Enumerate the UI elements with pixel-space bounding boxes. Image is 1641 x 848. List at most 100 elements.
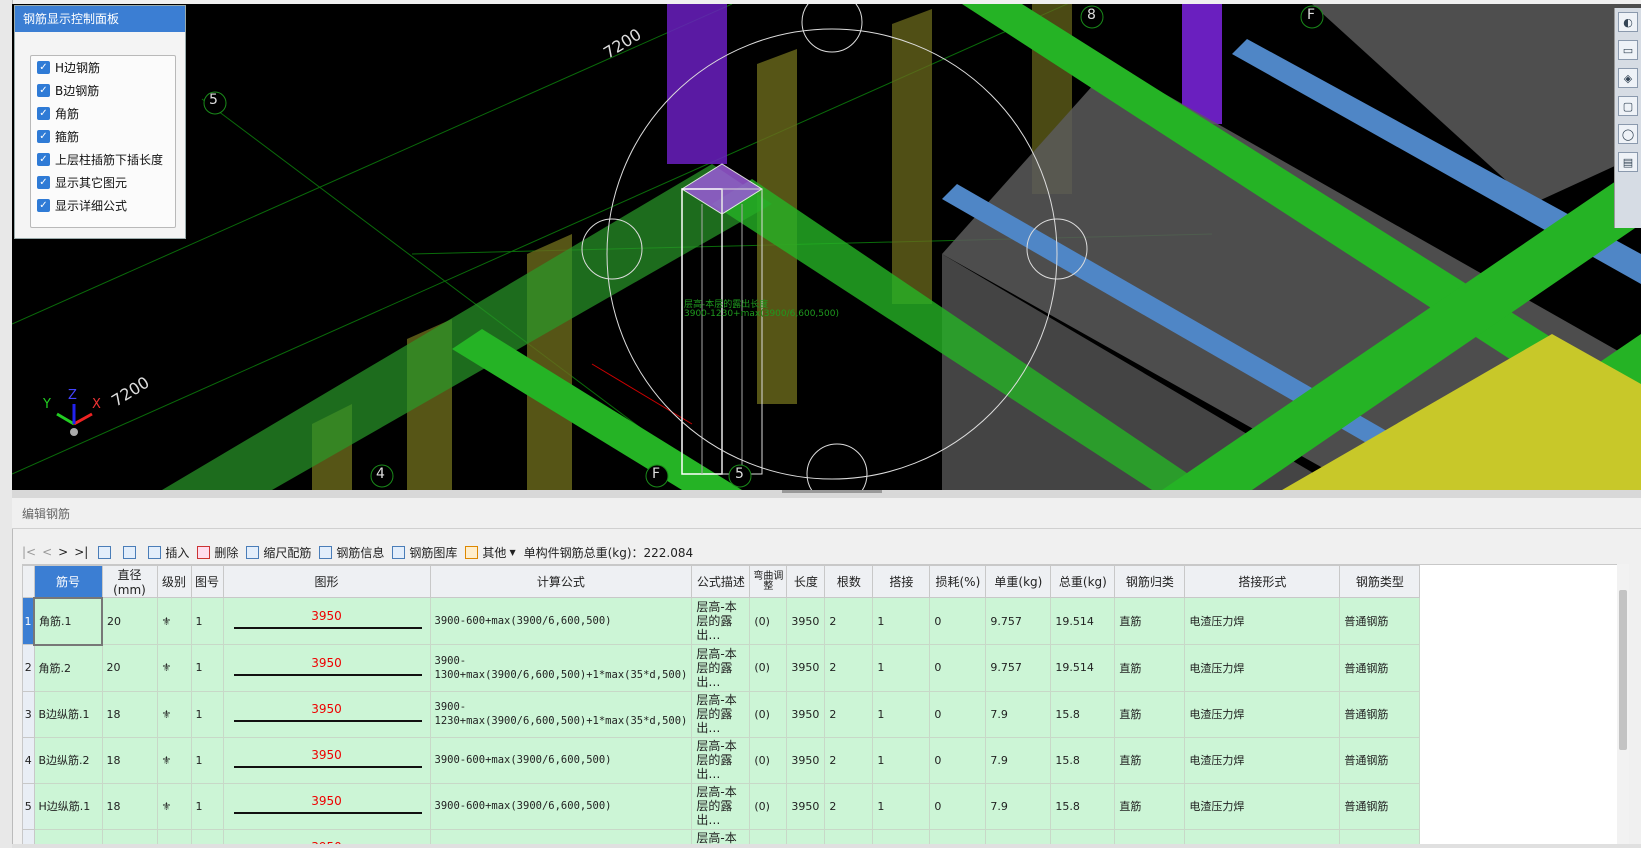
move-down-button[interactable]: [123, 545, 140, 559]
cell-count[interactable]: 2: [824, 828, 874, 845]
cell-len[interactable]: 3950: [786, 828, 826, 845]
cell-count[interactable]: 2: [824, 597, 874, 645]
nav-next-button[interactable]: >: [58, 545, 68, 559]
cell-desc[interactable]: 层高-本层的露出…: [691, 828, 751, 845]
cell-loss[interactable]: 0: [929, 597, 987, 645]
nav-first-button[interactable]: |<: [22, 545, 36, 559]
scale-rebar-button[interactable]: 缩尺配筋: [246, 544, 311, 561]
checkbox-checked-icon[interactable]: ✓: [37, 107, 50, 120]
cell-type[interactable]: 普通钢筋: [1339, 644, 1421, 692]
cell-grade[interactable]: ⚜: [156, 644, 192, 692]
cell-lap[interactable]: 1: [872, 690, 931, 738]
cell-bend[interactable]: (0): [749, 597, 788, 645]
cell-bend[interactable]: (0): [749, 644, 788, 692]
cell-len[interactable]: 3950: [786, 644, 826, 692]
checkbox-checked-icon[interactable]: ✓: [37, 199, 50, 212]
cell-fig[interactable]: 1: [190, 597, 224, 645]
cell-desc[interactable]: 层高-本层的露出…: [691, 597, 751, 645]
cell-bend[interactable]: (0): [749, 736, 788, 784]
cell-dia[interactable]: 18: [101, 782, 158, 830]
column-header[interactable]: 总重(kg): [1050, 565, 1116, 598]
cell-name[interactable]: B边纵筋.2: [33, 736, 103, 784]
cell-grade[interactable]: ⚜: [156, 597, 192, 645]
cell-type[interactable]: 普通钢筋: [1339, 782, 1421, 830]
cell-len[interactable]: 3950: [786, 782, 826, 830]
cell-unit[interactable]: 9.757: [985, 644, 1052, 692]
column-header[interactable]: 级别: [156, 565, 192, 598]
cell-lapform[interactable]: 电渣压力焊: [1184, 690, 1341, 738]
cell-lap[interactable]: 1: [872, 828, 931, 845]
cell-total[interactable]: 15.8: [1050, 690, 1116, 738]
cell-desc[interactable]: 层高-本层的露出…: [691, 644, 751, 692]
cell-lapform[interactable]: 电渣压力焊: [1184, 782, 1341, 830]
cell-unit[interactable]: 7.9: [985, 782, 1052, 830]
column-header[interactable]: 损耗(%): [929, 565, 987, 598]
cell-dia[interactable]: 18: [101, 690, 158, 738]
cell-type[interactable]: 普通钢筋: [1339, 828, 1421, 845]
cell-formula[interactable]: 3900-600+max(3900/6,600,500): [429, 597, 693, 645]
cell-loss[interactable]: 0: [929, 828, 987, 845]
cell-grade[interactable]: ⚜: [156, 828, 192, 845]
nav-last-button[interactable]: >|: [74, 545, 88, 559]
cell-cat[interactable]: 直筋: [1114, 644, 1186, 692]
cell-shape[interactable]: 3950: [222, 597, 431, 645]
cell-bend[interactable]: (0): [749, 690, 788, 738]
cell-bend[interactable]: (0): [749, 782, 788, 830]
rotate-icon[interactable]: ◯: [1618, 124, 1638, 144]
cell-count[interactable]: 2: [824, 644, 874, 692]
cell-grade[interactable]: ⚜: [156, 736, 192, 784]
delete-button[interactable]: 删除: [197, 544, 238, 561]
cell-lapform[interactable]: 电渣压力焊: [1184, 644, 1341, 692]
table-row[interactable]: 4 B边纵筋.2 18 ⚜ 1 3950 3900-600+max(3900/6,600,5…: [22, 736, 1421, 784]
column-header[interactable]: 计算公式: [429, 565, 693, 598]
cell-shape[interactable]: 3950: [222, 782, 431, 830]
cell-lap[interactable]: 1: [872, 736, 931, 784]
cell-formula[interactable]: 3900-1230+max(3900/6,600,500)+1*max(35*d…: [429, 690, 693, 738]
checkbox-checked-icon[interactable]: ✓: [37, 176, 50, 189]
row-number[interactable]: 6: [22, 828, 35, 845]
3d-viewport[interactable]: 7200 7200 5 8 F 4 F 5 Y Z X 层高-本层的露出长度 3…: [12, 4, 1641, 490]
cell-name[interactable]: 角筋.2: [33, 644, 103, 692]
cell-dia[interactable]: 18: [101, 828, 158, 845]
table-row[interactable]: 5 H边纵筋.1 18 ⚜ 1 3950 3900-600+max(3900/6,600,5…: [22, 782, 1421, 830]
cell-unit[interactable]: 7.9: [985, 690, 1052, 738]
column-header[interactable]: 单重(kg): [985, 565, 1052, 598]
cell-formula[interactable]: 3900-1300+max(3900/6,600,500)+1*max(35*d…: [429, 644, 693, 692]
cell-lapform[interactable]: 电渣压力焊: [1184, 597, 1341, 645]
other-dropdown-button[interactable]: 其他 ▼: [465, 544, 516, 561]
row-number[interactable]: 4: [22, 736, 35, 784]
cell-type[interactable]: 普通钢筋: [1339, 690, 1421, 738]
rebar-info-button[interactable]: 钢筋信息: [319, 544, 384, 561]
column-header[interactable]: 钢筋类型: [1339, 565, 1421, 598]
option-b-side-rebar[interactable]: ✓ B边钢筋: [31, 79, 175, 102]
cell-count[interactable]: 2: [824, 736, 874, 784]
cell-lap[interactable]: 1: [872, 597, 931, 645]
column-header[interactable]: 搭接形式: [1184, 565, 1341, 598]
cell-loss[interactable]: 0: [929, 644, 987, 692]
cell-unit[interactable]: 7.9: [985, 828, 1052, 845]
cell-cat[interactable]: 直筋: [1114, 690, 1186, 738]
cell-count[interactable]: 2: [824, 690, 874, 738]
cell-formula[interactable]: 3900-1230+max(3900/6,600,5: [429, 828, 693, 845]
cell-total[interactable]: 15.8: [1050, 782, 1116, 830]
cell-desc[interactable]: 层高-本层的露出…: [691, 782, 751, 830]
cell-name[interactable]: H边纵筋.1: [33, 782, 103, 830]
column-header[interactable]: 图形: [222, 565, 431, 598]
column-header[interactable]: 根数: [824, 565, 874, 598]
column-header[interactable]: 公式描述: [691, 565, 751, 598]
option-upper-dowel[interactable]: ✓ 上层柱插筋下插长度: [31, 148, 175, 171]
checkbox-checked-icon[interactable]: ✓: [37, 153, 50, 166]
option-stirrup[interactable]: ✓ 箍筋: [31, 125, 175, 148]
cell-lapform[interactable]: 电渣压力焊: [1184, 736, 1341, 784]
cell-total[interactable]: 15.8: [1050, 828, 1116, 845]
checkbox-checked-icon[interactable]: ✓: [37, 84, 50, 97]
panel-splitter[interactable]: [12, 490, 1641, 498]
row-number[interactable]: 3: [22, 690, 35, 738]
cell-shape[interactable]: 3950: [222, 690, 431, 738]
cell-desc[interactable]: 层高-本层的露出…: [691, 736, 751, 784]
row-number[interactable]: 5: [22, 782, 35, 830]
cell-count[interactable]: 2: [824, 782, 874, 830]
option-h-side-rebar[interactable]: ✓ H边钢筋: [31, 56, 175, 79]
view-2d-icon[interactable]: ▭: [1618, 40, 1638, 60]
column-header[interactable]: 长度: [786, 565, 826, 598]
